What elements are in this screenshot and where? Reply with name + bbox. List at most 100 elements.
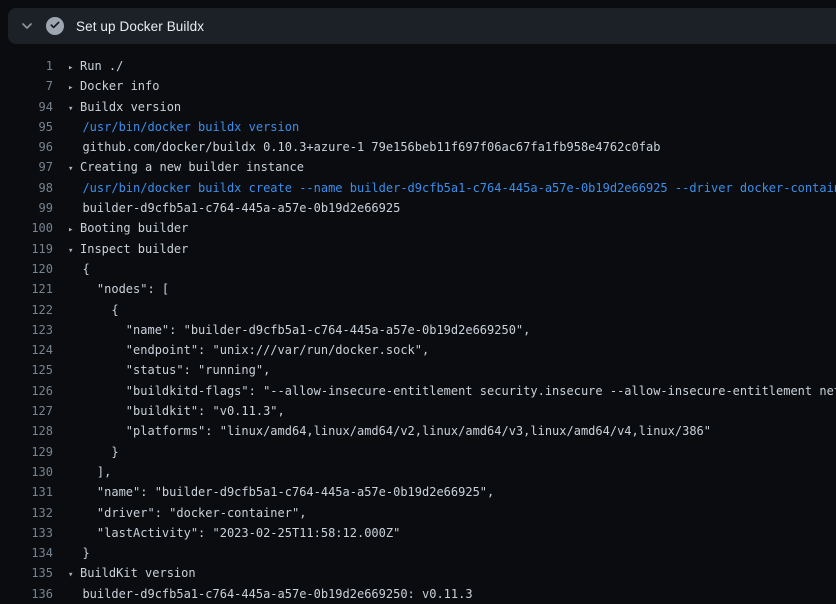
log-line: 127 "buildkit": "v0.11.3",: [0, 401, 836, 421]
expander-icon[interactable]: ▾: [68, 159, 80, 177]
line-number[interactable]: 7: [0, 76, 53, 96]
line-number[interactable]: 124: [0, 340, 53, 360]
line-content: "buildkit": "v0.11.3",: [53, 401, 836, 421]
line-content: "name": "builder-d9cfb5a1-c764-445a-a57e…: [53, 320, 836, 340]
log-line: 96 github.com/docker/buildx 0.10.3+azure…: [0, 137, 836, 157]
expander-icon[interactable]: ▸: [68, 58, 80, 76]
line-number[interactable]: 120: [0, 259, 53, 279]
line-number[interactable]: 136: [0, 584, 53, 604]
line-content: github.com/docker/buildx 0.10.3+azure-1 …: [53, 137, 836, 157]
line-number[interactable]: 127: [0, 401, 53, 421]
log-line: 133 "lastActivity": "2023-02-25T11:58:12…: [0, 523, 836, 543]
line-number[interactable]: 123: [0, 320, 53, 340]
log-line: 98 /usr/bin/docker buildx create --name …: [0, 178, 836, 198]
log-line: 126 "buildkitd-flags": "--allow-insecure…: [0, 381, 836, 401]
line-number[interactable]: 134: [0, 543, 53, 563]
line-number[interactable]: 94: [0, 97, 53, 117]
line-number[interactable]: 130: [0, 462, 53, 482]
line-content: builder-d9cfb5a1-c764-445a-a57e-0b19d2e6…: [53, 198, 836, 218]
line-content: "platforms": "linux/amd64,linux/amd64/v2…: [53, 421, 836, 441]
step-header[interactable]: Set up Docker Buildx: [8, 8, 836, 44]
line-content: ▾Inspect builder: [53, 239, 836, 259]
line-number[interactable]: 129: [0, 442, 53, 462]
log-lines: 1 ▸Run ./ 7 ▸Docker info 94 ▾Buildx vers…: [0, 44, 836, 604]
group-label[interactable]: Creating a new builder instance: [80, 160, 304, 174]
expander-icon[interactable]: ▸: [68, 78, 80, 96]
line-content: "status": "running",: [53, 360, 836, 380]
step-title: Set up Docker Buildx: [76, 19, 204, 34]
group-label[interactable]: Buildx version: [80, 100, 181, 114]
line-content: "lastActivity": "2023-02-25T11:58:12.000…: [53, 523, 836, 543]
log-line: 123 "name": "builder-d9cfb5a1-c764-445a-…: [0, 320, 836, 340]
log-line: 130 ],: [0, 462, 836, 482]
line-number[interactable]: 133: [0, 523, 53, 543]
line-number[interactable]: 128: [0, 421, 53, 441]
chevron-down-icon[interactable]: [20, 19, 34, 33]
line-number[interactable]: 131: [0, 482, 53, 502]
line-number[interactable]: 99: [0, 198, 53, 218]
line-content: }: [53, 543, 836, 563]
line-content: }: [53, 442, 836, 462]
group-label[interactable]: Booting builder: [80, 221, 188, 235]
log-line: 129 }: [0, 442, 836, 462]
line-content: {: [53, 259, 836, 279]
line-number[interactable]: 97: [0, 157, 53, 177]
line-number[interactable]: 1: [0, 56, 53, 76]
line-content: "buildkitd-flags": "--allow-insecure-ent…: [53, 381, 836, 401]
log-line: 100 ▸Booting builder: [0, 218, 836, 238]
line-number[interactable]: 126: [0, 381, 53, 401]
line-number[interactable]: 96: [0, 137, 53, 157]
log-line: 125 "status": "running",: [0, 360, 836, 380]
line-number[interactable]: 95: [0, 117, 53, 137]
line-content: /usr/bin/docker buildx version: [53, 117, 836, 137]
log-line: 128 "platforms": "linux/amd64,linux/amd6…: [0, 421, 836, 441]
log-line: 121 "nodes": [: [0, 279, 836, 299]
line-content: ▸Run ./: [53, 56, 836, 76]
line-content: "endpoint": "unix:///var/run/docker.sock…: [53, 340, 836, 360]
line-content: ▾Creating a new builder instance: [53, 157, 836, 177]
expander-icon[interactable]: ▾: [68, 565, 80, 583]
log-line: 119 ▾Inspect builder: [0, 239, 836, 259]
log-line: 124 "endpoint": "unix:///var/run/docker.…: [0, 340, 836, 360]
line-number[interactable]: 122: [0, 300, 53, 320]
log-line: 95 /usr/bin/docker buildx version: [0, 117, 836, 137]
expander-icon[interactable]: ▾: [68, 99, 80, 117]
log-line: 99 builder-d9cfb5a1-c764-445a-a57e-0b19d…: [0, 198, 836, 218]
expander-icon[interactable]: ▸: [68, 220, 80, 238]
group-label[interactable]: BuildKit version: [80, 566, 196, 580]
line-content: ▸Booting builder: [53, 218, 836, 238]
group-label[interactable]: Inspect builder: [80, 242, 188, 256]
log-line: 120 {: [0, 259, 836, 279]
log-line: 97 ▾Creating a new builder instance: [0, 157, 836, 177]
check-circle-icon: [46, 17, 64, 35]
log-line: 122 {: [0, 300, 836, 320]
line-number[interactable]: 119: [0, 239, 53, 259]
line-number[interactable]: 132: [0, 503, 53, 523]
log-line: 134 }: [0, 543, 836, 563]
line-content: builder-d9cfb5a1-c764-445a-a57e-0b19d2e6…: [53, 584, 836, 604]
log-line: 7 ▸Docker info: [0, 76, 836, 96]
line-content: ],: [53, 462, 836, 482]
log-line: 1 ▸Run ./: [0, 56, 836, 76]
line-content: "nodes": [: [53, 279, 836, 299]
group-label[interactable]: Run ./: [80, 59, 123, 73]
line-content: {: [53, 300, 836, 320]
line-content: ▾BuildKit version: [53, 563, 836, 583]
line-content: ▾Buildx version: [53, 97, 836, 117]
expander-icon[interactable]: ▾: [68, 241, 80, 259]
line-number[interactable]: 135: [0, 563, 53, 583]
line-content: "driver": "docker-container",: [53, 503, 836, 523]
log-line: 94 ▾Buildx version: [0, 97, 836, 117]
log-line: 136 builder-d9cfb5a1-c764-445a-a57e-0b19…: [0, 584, 836, 604]
log-line: 135 ▾BuildKit version: [0, 563, 836, 583]
line-number[interactable]: 125: [0, 360, 53, 380]
line-content: ▸Docker info: [53, 76, 836, 96]
line-number[interactable]: 98: [0, 178, 53, 198]
group-label[interactable]: Docker info: [80, 79, 159, 93]
line-number[interactable]: 121: [0, 279, 53, 299]
line-number[interactable]: 100: [0, 218, 53, 238]
log-line: 131 "name": "builder-d9cfb5a1-c764-445a-…: [0, 482, 836, 502]
log-line: 132 "driver": "docker-container",: [0, 503, 836, 523]
line-content: "name": "builder-d9cfb5a1-c764-445a-a57e…: [53, 482, 836, 502]
line-content: /usr/bin/docker buildx create --name bui…: [53, 178, 836, 198]
